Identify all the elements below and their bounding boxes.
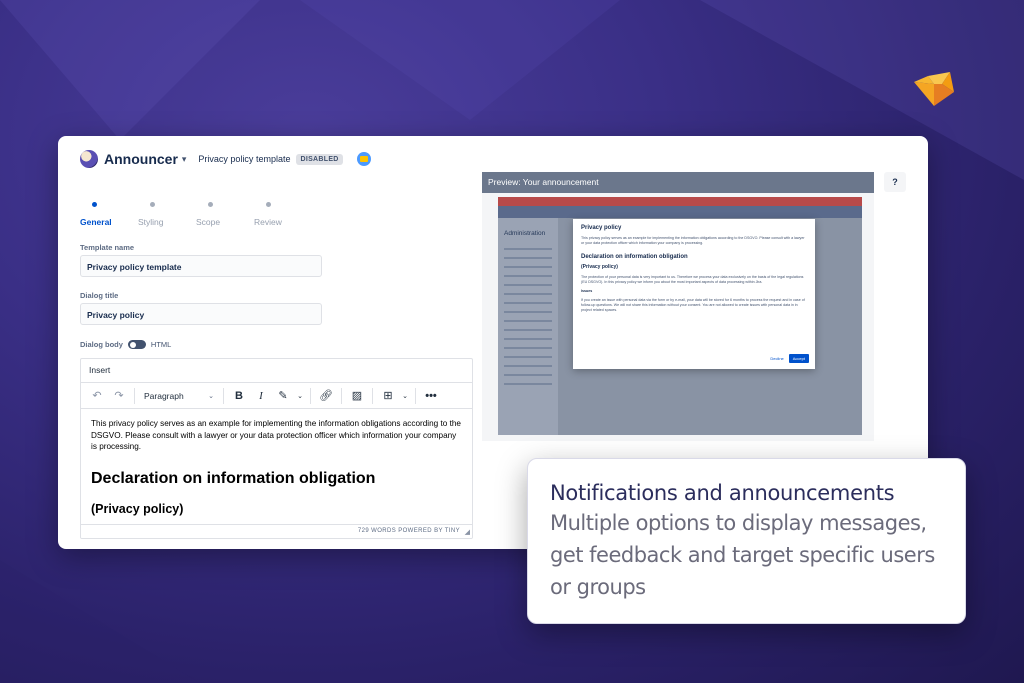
preview-sidebar: Administration — [498, 218, 558, 435]
step-label: Scope — [196, 217, 221, 227]
resize-handle-icon[interactable]: ◢ — [465, 528, 470, 536]
link-icon[interactable]: 🔗︎ — [316, 386, 336, 406]
preview-dialog-body: This privacy policy serves as an example… — [581, 236, 805, 245]
preview-header: Preview: Your announcement — [482, 172, 874, 193]
emoji-picker-icon[interactable] — [356, 152, 371, 166]
chevron-down-icon[interactable]: ⌄ — [295, 386, 305, 406]
editor-paragraph: This privacy policy serves as an example… — [91, 419, 461, 451]
undo-icon[interactable]: ↶ — [87, 386, 107, 406]
highlight-icon[interactable]: ✎ — [273, 386, 293, 406]
image-icon[interactable]: ▨ — [347, 386, 367, 406]
feature-callout: Notifications and announcements Multiple… — [527, 458, 966, 624]
callout-title: Notifications and announcements — [550, 481, 895, 505]
toolbar-divider — [223, 387, 224, 404]
preview-announcement-dialog: Privacy policy This privacy policy serve… — [573, 219, 815, 369]
fox-logo-icon — [914, 72, 954, 106]
insert-menu[interactable]: Insert — [89, 365, 110, 375]
editor-content[interactable]: This privacy policy serves as an example… — [81, 409, 472, 525]
rich-text-editor: Insert ↶ ↷ Paragraph ⌄ B I ✎ ⌄ 🔗︎ ▨ ⊞ ⌄ … — [80, 358, 473, 539]
toolbar-divider — [341, 387, 342, 404]
preview-screenshot: Administration Privacy policy This priva… — [498, 197, 862, 435]
preview-topbar — [498, 197, 862, 206]
dialog-title-label: Dialog title — [80, 291, 119, 300]
preview-decline-button: Decline — [770, 356, 784, 361]
editor-heading-1: Declaration on information obligation — [91, 469, 376, 487]
chevron-down-icon: ⌄ — [208, 392, 214, 400]
toolbar-divider — [372, 387, 373, 404]
announcer-logo-icon — [80, 150, 98, 168]
preview-dialog-title: Privacy policy — [581, 225, 622, 231]
step-general[interactable]: General — [80, 202, 138, 227]
help-button[interactable]: ? — [884, 172, 906, 192]
bold-icon[interactable]: B — [229, 386, 249, 406]
step-dot — [266, 202, 271, 207]
callout-body: Multiple options to display messages, ge… — [550, 511, 935, 599]
app-header: Announcer ▾ Privacy policy template DISA… — [80, 150, 371, 168]
step-label: Review — [254, 217, 282, 227]
template-name-label: Template name — [80, 243, 135, 252]
chevron-down-icon[interactable]: ⌄ — [400, 386, 410, 406]
preview-dialog-issues-heading: Issues — [581, 289, 593, 293]
toolbar-divider — [310, 387, 311, 404]
app-name[interactable]: Announcer — [104, 151, 178, 167]
status-badge: DISABLED — [296, 153, 343, 165]
format-select-value: Paragraph — [144, 390, 184, 401]
step-dot — [92, 202, 97, 207]
preview-panel: Administration Privacy policy This priva… — [482, 193, 874, 441]
dialog-body-label: Dialog body — [80, 340, 123, 349]
redo-icon[interactable]: ↷ — [109, 386, 129, 406]
wizard-steps: General Styling Scope Review — [80, 202, 312, 227]
dialog-body-row: Dialog body HTML — [80, 340, 171, 349]
preview-dialog-subheading: (Privacy policy) — [581, 264, 618, 270]
preview-sidebar-title: Administration — [504, 230, 546, 237]
step-review[interactable]: Review — [254, 202, 312, 227]
html-label: HTML — [150, 340, 172, 349]
editor-heading-2: (Privacy policy) — [91, 501, 184, 516]
toolbar-divider — [134, 387, 135, 404]
format-select[interactable]: Paragraph ⌄ — [140, 386, 218, 406]
editor-menubar: Insert — [81, 359, 472, 383]
word-count: 729 WORDS POWERED BY TINY — [357, 528, 460, 534]
step-dot — [208, 202, 213, 207]
editor-statusbar: 729 WORDS POWERED BY TINY — [81, 524, 472, 538]
template-title: Privacy policy template — [198, 154, 291, 164]
table-icon[interactable]: ⊞ — [378, 386, 398, 406]
step-dot — [150, 202, 155, 207]
dialog-title-input[interactable]: Privacy policy — [80, 303, 322, 325]
template-name-input[interactable]: Privacy policy template — [80, 255, 322, 277]
chevron-down-icon[interactable]: ▾ — [182, 154, 187, 165]
editor-toolbar: ↶ ↷ Paragraph ⌄ B I ✎ ⌄ 🔗︎ ▨ ⊞ ⌄ ••• — [81, 383, 472, 409]
more-icon[interactable]: ••• — [421, 386, 441, 406]
preview-accept-button: Accept — [788, 354, 809, 363]
toolbar-divider — [415, 387, 416, 404]
step-styling[interactable]: Styling — [138, 202, 196, 227]
preview-dialog-paragraph: The protection of your personal data is … — [581, 275, 804, 284]
preview-dialog-paragraph: If you create an issue with personal dat… — [581, 298, 805, 312]
preview-dialog-heading: Declaration on information obligation — [581, 254, 688, 260]
step-label: Styling — [138, 217, 164, 227]
html-toggle[interactable] — [127, 340, 146, 349]
step-scope[interactable]: Scope — [196, 202, 254, 227]
step-label: General — [80, 217, 112, 227]
preview-dialog-actions: Decline Accept — [770, 354, 809, 363]
preview-navbar — [498, 206, 862, 218]
italic-icon[interactable]: I — [251, 386, 271, 406]
preview-title: Preview: Your announcement — [488, 177, 599, 187]
